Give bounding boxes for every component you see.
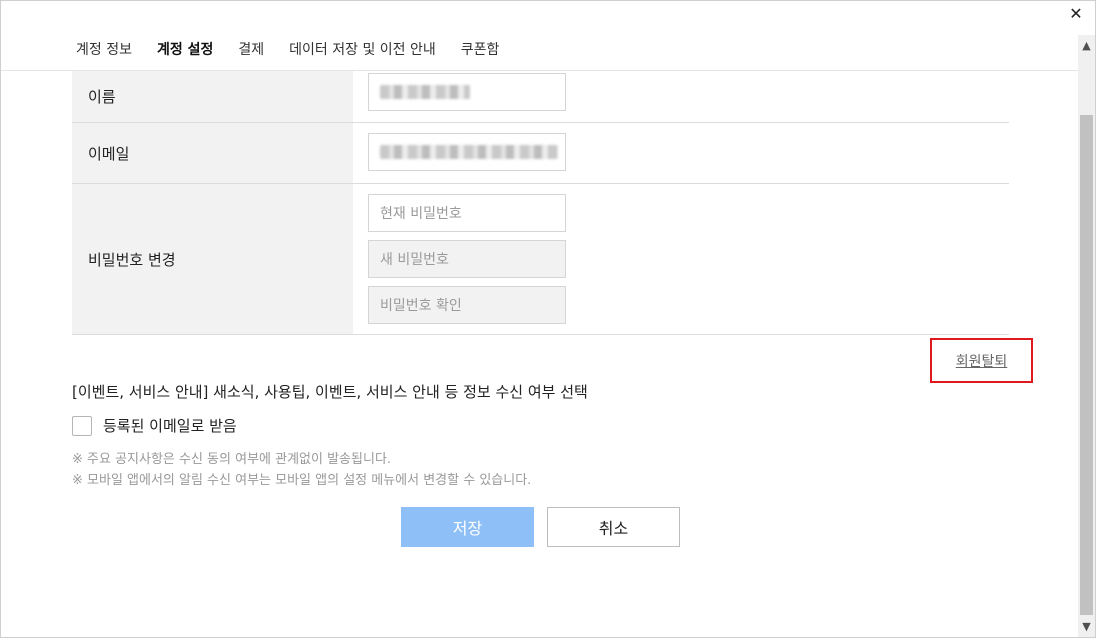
chevron-down-icon[interactable]: ▼	[1078, 618, 1095, 635]
confirm-password-input[interactable]: 비밀번호 확인	[368, 286, 566, 324]
save-button[interactable]: 저장	[401, 507, 534, 547]
email-consent-option[interactable]: 등록된 이메일로 받음	[72, 415, 237, 436]
cancel-button[interactable]: 취소	[547, 507, 680, 547]
tab-payment[interactable]: 결제	[229, 31, 273, 71]
consent-title: [이벤트, 서비스 안내] 새소식, 사용팁, 이벤트, 서비스 안내 등 정보…	[72, 383, 588, 401]
account-settings-dialog: ✕ 계정 정보 계정 설정 결제 데이터 저장 및 이전 안내 쿠폰함 이름 이…	[0, 0, 1096, 638]
current-password-input[interactable]: 현재 비밀번호	[368, 194, 566, 232]
notice-note-2: ※ 모바일 앱에서의 알림 수신 여부는 모바일 앱의 설정 메뉴에서 변경할 …	[72, 473, 532, 488]
email-label: 이메일	[72, 123, 353, 183]
email-field[interactable]	[368, 133, 566, 171]
tab-bar: 계정 정보 계정 설정 결제 데이터 저장 및 이전 안내 쿠폰함	[67, 31, 515, 73]
tab-coupons[interactable]: 쿠폰함	[452, 31, 509, 71]
email-consent-label[interactable]: 등록된 이메일로 받음	[103, 415, 237, 436]
notice-note-1: ※ 주요 공지사항은 수신 동의 여부에 관계없이 발송됩니다.	[72, 452, 392, 467]
close-icon[interactable]: ✕	[1067, 5, 1085, 23]
withdraw-highlight-box: 회원탈퇴	[930, 338, 1033, 383]
blurred-email	[380, 145, 558, 159]
tab-account-info[interactable]: 계정 정보	[67, 31, 141, 71]
tab-data-storage[interactable]: 데이터 저장 및 이전 안내	[280, 31, 445, 71]
email-row: 이메일	[72, 123, 1009, 184]
withdraw-link[interactable]: 회원탈퇴	[956, 351, 1008, 371]
blurred-name	[380, 85, 470, 99]
tab-account-settings[interactable]: 계정 설정	[147, 31, 223, 73]
name-row: 이름	[72, 71, 1009, 123]
chevron-up-icon[interactable]: ▲	[1078, 37, 1095, 54]
name-label: 이름	[72, 71, 353, 122]
vertical-scrollbar[interactable]: ▲ ▼	[1078, 35, 1095, 637]
account-form: 이름 이메일 비밀번호 변경 현재 비밀번호 새 비밀번호 비밀번호 확인	[72, 71, 1009, 335]
new-password-input[interactable]: 새 비밀번호	[368, 240, 566, 278]
password-row: 비밀번호 변경 현재 비밀번호 새 비밀번호 비밀번호 확인	[72, 184, 1009, 335]
password-label: 비밀번호 변경	[72, 184, 353, 334]
name-field[interactable]	[368, 73, 566, 111]
email-consent-checkbox[interactable]	[72, 415, 92, 436]
scrollbar-thumb[interactable]	[1080, 115, 1093, 615]
